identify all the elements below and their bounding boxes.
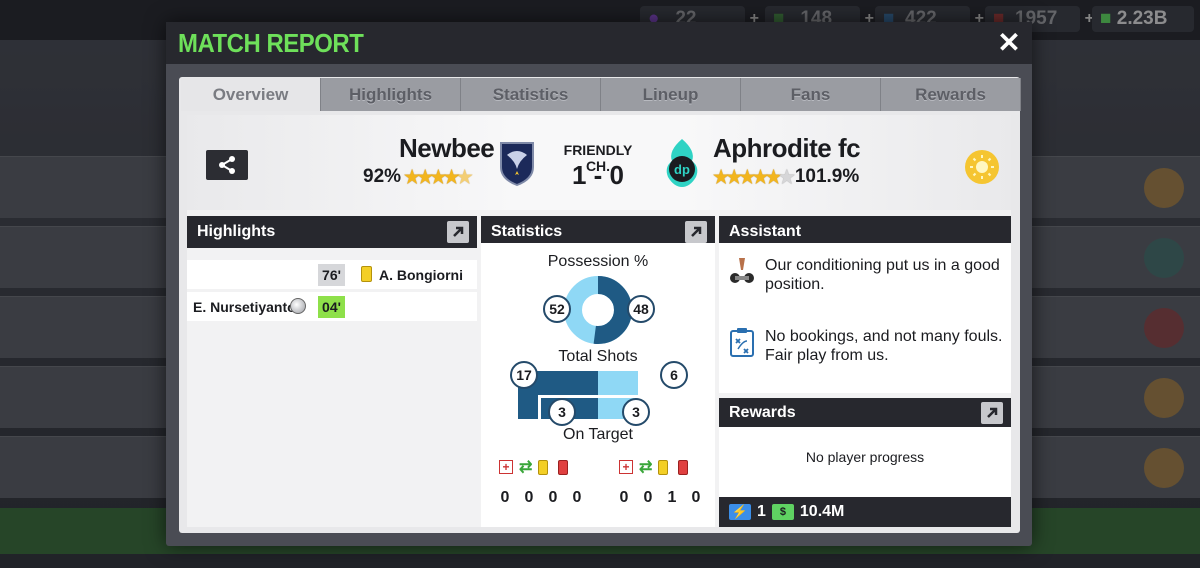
- home-rating-value: 92%: [363, 166, 402, 187]
- possession-home-value: 52: [543, 295, 571, 323]
- reward-energy-value: 1: [757, 503, 766, 520]
- close-icon: ✕: [997, 27, 1021, 58]
- away-crest-icon: dp: [662, 137, 702, 189]
- share-button[interactable]: [206, 150, 248, 180]
- expand-icon: [691, 226, 702, 237]
- close-button[interactable]: ✕: [994, 28, 1024, 58]
- rewards-header: Rewards: [719, 398, 1011, 428]
- assistant-message: No bookings, and not many fouls. Fair pl…: [729, 327, 1011, 365]
- substitution-icon: ⇄: [639, 459, 653, 476]
- tab-fans[interactable]: Fans: [741, 78, 881, 111]
- home-rating: 92% ★★★★★: [363, 166, 473, 188]
- statistics-title: Statistics: [491, 223, 563, 240]
- away-event-icons: + ⇄: [619, 457, 689, 477]
- home-red-cards: 0: [572, 489, 582, 506]
- away-team-name: Aphrodite fc: [713, 133, 861, 163]
- assistant-message-text: No bookings, and not many fouls. Fair pl…: [765, 328, 1003, 364]
- tab-rewards[interactable]: Rewards: [881, 78, 1021, 111]
- tab-overview[interactable]: Overview: [181, 78, 321, 111]
- highlights-title: Highlights: [197, 223, 276, 240]
- rewards-title: Rewards: [729, 404, 796, 421]
- statistics-box: Possession % 52 48 Total Shots 17 6 3 3 …: [481, 243, 715, 527]
- modal-header: MATCH REPORT ✕: [166, 22, 1032, 64]
- assistant-title: Assistant: [729, 223, 802, 240]
- highlight-event[interactable]: E. Nursetiyanto 04': [187, 292, 477, 321]
- rewards-expand-button[interactable]: [981, 402, 1003, 424]
- away-event-counts: 0 0 1 0: [612, 489, 708, 507]
- yellow-card-icon: [538, 459, 549, 475]
- assistant-message-text: Our conditioning put us in a good positi…: [765, 257, 1000, 293]
- highlights-header: Highlights: [187, 216, 477, 248]
- on-target-away-value: 3: [622, 398, 650, 426]
- home-event-icons: + ⇄: [499, 457, 569, 477]
- possession-donut: [564, 276, 632, 344]
- rewards-box: No player progress: [719, 427, 1011, 497]
- rewards-message: No player progress: [805, 449, 925, 465]
- red-card-icon: [558, 459, 569, 475]
- substitution-icon: ⇄: [519, 459, 533, 476]
- assistant-box: Our conditioning put us in a good positi…: [719, 243, 1011, 393]
- goal-ball-icon: [290, 298, 306, 314]
- tactics-board-icon: [729, 327, 755, 357]
- match-score: 1 - 0: [571, 160, 625, 190]
- home-substitutions: 0: [524, 489, 534, 506]
- injury-icon: +: [619, 460, 633, 474]
- away-rating: ★★★★★★ 101.9%: [713, 166, 859, 188]
- event-player: E. Nursetiyanto: [193, 298, 296, 315]
- away-yellow-cards: 1: [667, 489, 677, 506]
- away-rating-value: 101.9%: [794, 166, 860, 187]
- expand-icon: [987, 407, 998, 418]
- away-red-cards: 0: [691, 489, 701, 506]
- shots-home-value: 17: [510, 361, 538, 389]
- tab-highlights[interactable]: Highlights: [321, 78, 461, 111]
- away-substitutions: 0: [643, 489, 653, 506]
- injury-icon: +: [499, 460, 513, 474]
- home-crest-icon: [497, 139, 537, 187]
- match-header: Newbee 92% ★★★★★ FRIENDLY CH. 1 - 0 dp A…: [187, 115, 1011, 210]
- home-stars-icon: ★★★★★: [404, 166, 473, 187]
- yellow-card-icon: [658, 459, 669, 475]
- expand-icon: [453, 226, 464, 237]
- tab-bar: Overview Highlights Statistics Lineup Fa…: [181, 78, 1021, 111]
- yellow-card-icon: [361, 266, 372, 282]
- energy-icon: ⚡: [729, 504, 751, 520]
- on-target-home-value: 3: [548, 398, 576, 426]
- home-event-counts: 0 0 0 0: [493, 489, 589, 507]
- report-panel: Overview Highlights Statistics Lineup Fa…: [179, 77, 1021, 533]
- tab-lineup[interactable]: Lineup: [601, 78, 741, 111]
- cash-icon: $: [771, 504, 794, 520]
- on-target-label: On Target: [563, 426, 633, 443]
- fitness-icon: [729, 256, 755, 286]
- weather-sunny-icon: [965, 150, 999, 184]
- match-report-modal: MATCH REPORT ✕ Overview Highlights Stati…: [166, 22, 1032, 546]
- assistant-message: Our conditioning put us in a good positi…: [729, 256, 1011, 294]
- event-player: A. Bongiorni: [379, 266, 463, 283]
- share-icon: [219, 156, 235, 174]
- svg-text:dp: dp: [674, 162, 690, 177]
- overview-content: Newbee 92% ★★★★★ FRIENDLY CH. 1 - 0 dp A…: [187, 115, 1011, 527]
- modal-title: MATCH REPORT: [178, 27, 364, 58]
- tab-statistics[interactable]: Statistics: [461, 78, 601, 111]
- event-minute: 76': [318, 263, 345, 286]
- home-yellow-cards: 0: [548, 489, 558, 506]
- home-injuries: 0: [500, 489, 510, 506]
- shots-away-value: 6: [660, 361, 688, 389]
- possession-label: Possession %: [547, 253, 649, 270]
- rewards-footer: ⚡ 1 $ 10.4M: [719, 497, 1011, 527]
- home-team-name: Newbee: [399, 133, 495, 163]
- away-injuries: 0: [619, 489, 629, 506]
- highlights-expand-button[interactable]: [447, 221, 469, 243]
- event-minute: 04': [318, 295, 345, 318]
- statistics-expand-button[interactable]: [685, 221, 707, 243]
- possession-away-value: 48: [627, 295, 655, 323]
- reward-cash-value: 10.4M: [799, 503, 845, 520]
- red-card-icon: [678, 459, 689, 475]
- away-stars-icon: ★★★★★★: [713, 166, 795, 187]
- highlight-event[interactable]: 76' A. Bongiorni: [187, 260, 477, 289]
